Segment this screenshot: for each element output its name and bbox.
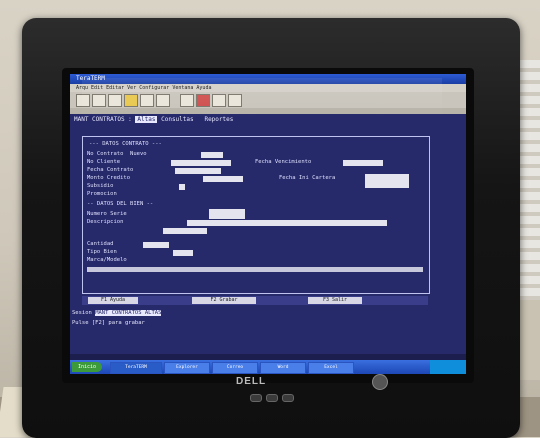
field-label-right: Fecha Vencimiento bbox=[255, 159, 312, 165]
input-field[interactable] bbox=[179, 184, 185, 190]
toolbar-button-icon[interactable] bbox=[156, 94, 170, 107]
form-frame: --- DATOS CONTRATO --- No Contrato Nuevo… bbox=[82, 136, 430, 294]
taskbar-item[interactable]: Correo bbox=[212, 362, 258, 374]
taskbar-item[interactable]: Word bbox=[260, 362, 306, 374]
status-line-2: Pulse [F2] para grabar bbox=[72, 320, 145, 326]
function-key-button[interactable]: F3 Salir bbox=[308, 297, 362, 304]
nav-line: MANT CONTRATOS : Altas Consultas Reporte… bbox=[74, 116, 233, 123]
input-field[interactable] bbox=[175, 168, 221, 174]
field-label: Descripcion bbox=[87, 219, 124, 225]
power-button[interactable] bbox=[372, 374, 388, 390]
window-title: TeraTERM bbox=[76, 75, 105, 82]
field-label: Promocion bbox=[87, 191, 117, 197]
field-label: No Contrato Nuevo bbox=[87, 151, 147, 157]
status-line: Sesion MANT CONTRATOS ALTAS bbox=[72, 310, 162, 316]
field-label: No Cliente bbox=[87, 159, 121, 165]
toolbar bbox=[70, 92, 466, 108]
taskbar-item[interactable]: Explorer bbox=[164, 362, 210, 374]
field-label: Numero Serie bbox=[87, 211, 127, 217]
toolbar-button-icon[interactable] bbox=[92, 94, 106, 107]
taskbar-item[interactable]: Excel bbox=[308, 362, 354, 374]
field-label: Fecha Contrato bbox=[87, 167, 134, 173]
toolbar-button-icon[interactable] bbox=[124, 94, 138, 107]
field-label: Marca/Modelo bbox=[87, 257, 127, 263]
window-title-bar[interactable]: TeraTERM bbox=[70, 74, 466, 84]
field-label: Monto Credito bbox=[87, 175, 131, 181]
menu-bar[interactable]: Arqu Edit Editar Ver Configurar Ventana … bbox=[70, 84, 466, 92]
function-key-button[interactable]: F2 Grabar bbox=[192, 297, 256, 304]
input-field[interactable] bbox=[143, 242, 169, 248]
input-field[interactable] bbox=[209, 209, 245, 219]
toolbar-button-icon[interactable] bbox=[196, 94, 210, 107]
input-field[interactable] bbox=[343, 160, 383, 166]
taskbar-item[interactable]: TeraTERM bbox=[110, 362, 162, 374]
system-tray[interactable] bbox=[430, 360, 466, 374]
nav-prefix: MANT CONTRATOS : bbox=[74, 116, 132, 123]
input-field[interactable] bbox=[171, 160, 231, 166]
monitor-control-button[interactable] bbox=[266, 394, 278, 402]
input-field[interactable] bbox=[187, 220, 387, 226]
input-field[interactable] bbox=[173, 250, 193, 256]
menu-text[interactable]: Arqu Edit Editar Ver Configurar Ventana … bbox=[76, 85, 211, 91]
function-key-bar: F1 Ayuda F2 Grabar F3 Salir bbox=[82, 296, 428, 305]
start-button[interactable]: Inicio bbox=[72, 362, 102, 372]
input-field[interactable] bbox=[203, 176, 243, 182]
input-field[interactable] bbox=[201, 152, 223, 158]
monitor-control-button[interactable] bbox=[282, 394, 294, 402]
field-label: Tipo Bien bbox=[87, 249, 117, 255]
section-title: -- DATOS DEL BIEN -- bbox=[87, 201, 154, 207]
function-key-button[interactable]: F1 Ayuda bbox=[88, 297, 138, 304]
status-prefix: Sesion bbox=[72, 310, 92, 316]
separator-bar bbox=[87, 267, 423, 272]
toolbar-button-icon[interactable] bbox=[228, 94, 242, 107]
nav-selected-option[interactable]: Altas bbox=[135, 116, 158, 123]
nav-other-options[interactable]: Consultas Reportes bbox=[161, 116, 233, 123]
toolbar-button-icon[interactable] bbox=[76, 94, 90, 107]
crt-monitor: TeraTERM Arqu Edit Editar Ver Configurar… bbox=[22, 18, 520, 438]
toolbar-button-icon[interactable] bbox=[212, 94, 226, 107]
toolbar-button-icon[interactable] bbox=[108, 94, 122, 107]
monitor-brand-logo: DELL bbox=[236, 376, 267, 387]
field-label: Subsidio bbox=[87, 183, 114, 189]
field-label-right: Fecha Ini Cartera bbox=[279, 175, 336, 181]
input-field[interactable] bbox=[365, 174, 409, 188]
field-label: Cantidad bbox=[87, 241, 114, 247]
form-title: --- DATOS CONTRATO --- bbox=[89, 141, 162, 147]
terminal-area[interactable]: MANT CONTRATOS : Altas Consultas Reporte… bbox=[70, 114, 466, 354]
monitor-screen: TeraTERM Arqu Edit Editar Ver Configurar… bbox=[70, 74, 466, 374]
taskbar: Inicio TeraTERM Explorer Correo Word Exc… bbox=[70, 360, 466, 374]
status-highlight: MANT CONTRATOS ALTAS bbox=[95, 310, 162, 316]
monitor-control-button[interactable] bbox=[250, 394, 262, 402]
toolbar-button-icon[interactable] bbox=[180, 94, 194, 107]
toolbar-button-icon[interactable] bbox=[140, 94, 154, 107]
input-field[interactable] bbox=[163, 228, 207, 234]
